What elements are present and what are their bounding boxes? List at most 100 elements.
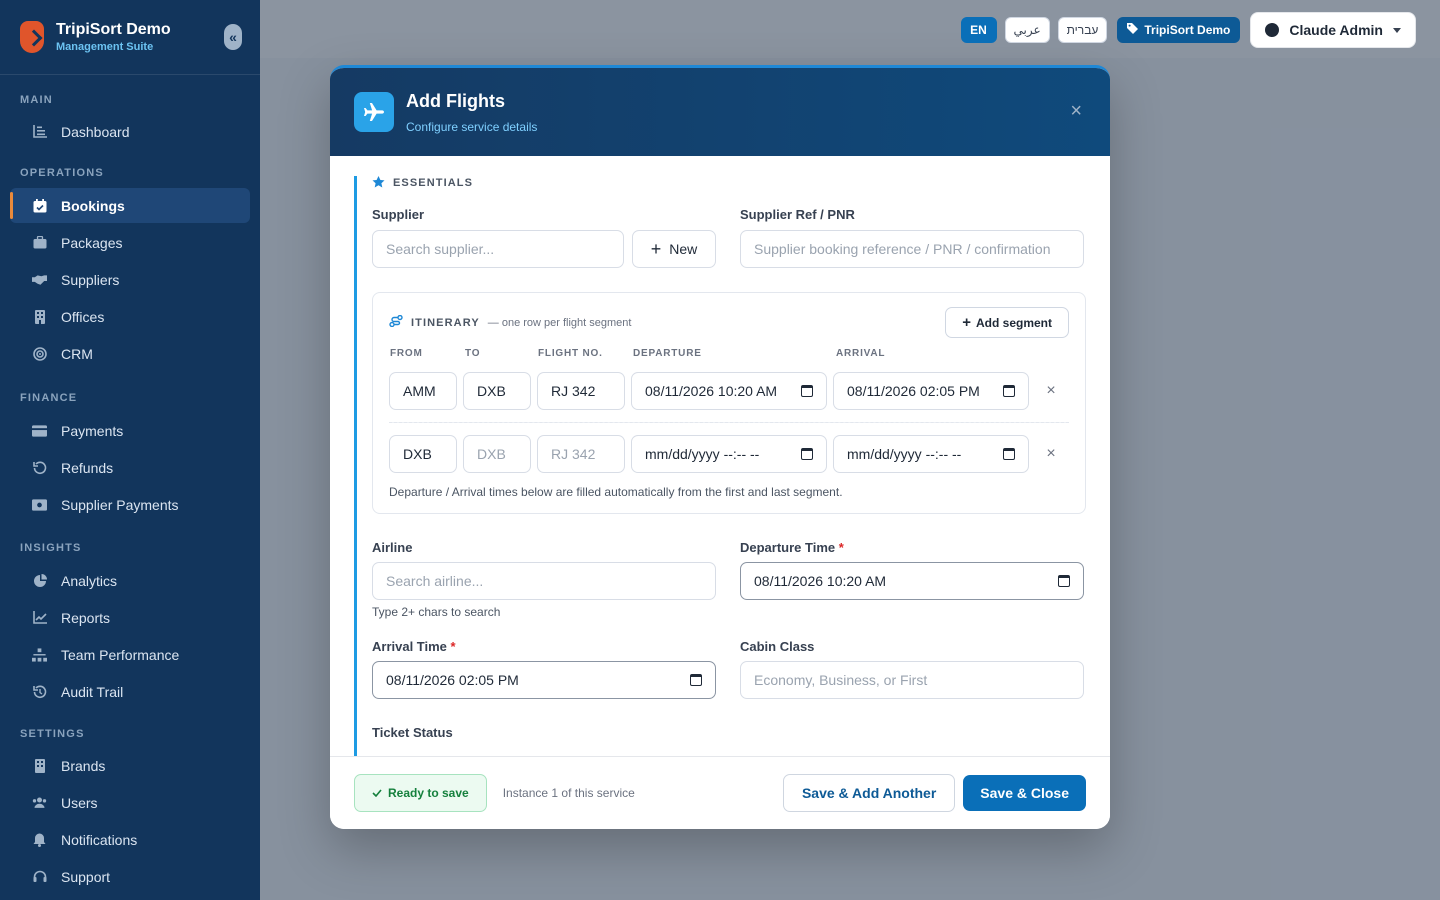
supplier-search-input[interactable]: Search supplier...: [372, 230, 624, 268]
pie-chart-icon: [32, 573, 47, 588]
segment-flight-input[interactable]: RJ 342: [537, 435, 625, 473]
segment-to-input[interactable]: DXB: [463, 435, 531, 473]
sidebar-item-analytics[interactable]: Analytics: [10, 563, 250, 598]
instance-text: Instance 1 of this service: [502, 786, 635, 800]
remove-segment-icon[interactable]: ×: [1035, 445, 1067, 463]
sidebar-item-label: CRM: [61, 345, 93, 362]
segment-to-input[interactable]: DXB: [463, 372, 531, 410]
new-supplier-button[interactable]: + New: [632, 230, 716, 268]
sidebar-item-support[interactable]: Support: [10, 859, 250, 894]
sidebar-item-label: Audit Trail: [61, 683, 124, 700]
sidebar-item-supplier-payments[interactable]: Supplier Payments: [10, 487, 250, 522]
modal-title: Add Flights: [406, 90, 505, 111]
calendar-icon[interactable]: [1003, 385, 1015, 397]
section-title-row: ESSENTIALS: [372, 175, 1086, 190]
lang-he-button[interactable]: עברית: [1057, 17, 1108, 43]
credit-card-icon: [32, 424, 47, 438]
sidebar-item-team-performance[interactable]: Team Performance: [10, 637, 250, 672]
calendar-icon[interactable]: [801, 448, 813, 460]
supplier-label: Supplier: [372, 207, 425, 222]
user-menu-button[interactable]: Claude Admin: [1250, 12, 1416, 48]
user-name: Claude Admin: [1289, 22, 1383, 38]
bell-icon: [32, 833, 47, 847]
plus-icon: +: [962, 314, 971, 331]
money-bill-icon: [32, 498, 47, 512]
sidebar-item-label: Offices: [61, 308, 105, 325]
departure-time-input[interactable]: 08/11/2026 10:20 AM: [740, 562, 1084, 600]
target-icon: [32, 346, 47, 361]
calendar-icon[interactable]: [690, 674, 702, 686]
save-add-another-button[interactable]: Save & Add Another: [782, 774, 956, 812]
departure-time-text: Departure Time: [740, 540, 836, 555]
sidebar-item-offices[interactable]: Offices: [10, 299, 250, 334]
route-icon: [389, 314, 403, 332]
calendar-icon[interactable]: [801, 385, 813, 397]
sidebar-item-dashboard[interactable]: Dashboard: [10, 114, 250, 149]
itinerary-note: — one row per flight segment: [487, 316, 632, 329]
itinerary-title: ITINERARY: [411, 316, 480, 329]
sidebar-item-suppliers[interactable]: Suppliers: [10, 262, 250, 297]
sidebar-item-bookings[interactable]: Bookings: [10, 188, 250, 223]
sidebar-item-brands[interactable]: Brands: [10, 748, 250, 783]
nav-section-main: MAIN: [20, 94, 53, 106]
nav-section-insights: INSIGHTS: [20, 542, 82, 554]
sidebar: TripiSort Demo Management Suite « MAIN D…: [0, 0, 260, 900]
brand-subtitle: Management Suite: [56, 41, 154, 53]
arrival-time-input[interactable]: 08/11/2026 02:05 PM: [372, 661, 716, 699]
sidebar-item-label: Dashboard: [61, 123, 130, 140]
brand-logo: [20, 21, 44, 53]
sidebar-item-users[interactable]: Users: [10, 785, 250, 820]
brand-name: TripiSort Demo: [56, 21, 171, 38]
arrival-value: mm/dd/yyyy --:-- --: [847, 446, 962, 462]
itinerary-panel: ITINERARY — one row per flight segment +…: [372, 292, 1086, 514]
segment-from-input[interactable]: AMM: [389, 372, 457, 410]
chevron-down-icon: [1393, 27, 1401, 33]
sidebar-item-notifications[interactable]: Notifications: [10, 822, 250, 857]
segment-arrival-input[interactable]: mm/dd/yyyy --:-- --: [833, 435, 1029, 473]
brand-switcher-button[interactable]: TripiSort Demo: [1117, 17, 1241, 43]
section-title: ESSENTIALS: [393, 177, 474, 189]
modal-footer: Ready to save Instance 1 of this service…: [330, 756, 1110, 829]
airline-search-input[interactable]: Search airline...: [372, 562, 716, 600]
cabin-class-input[interactable]: Economy, Business, or First: [740, 661, 1084, 699]
add-segment-button[interactable]: + Add segment: [945, 307, 1069, 338]
sidebar-item-label: Users: [61, 794, 98, 811]
ready-label: Ready to save: [388, 786, 469, 800]
segment-flight-input[interactable]: RJ 342: [537, 372, 625, 410]
segment-row: DXB DXB RJ 342 mm/dd/yyyy --:-- -- mm/dd…: [389, 435, 1069, 473]
required-mark: *: [450, 639, 456, 654]
sidebar-item-label: Refunds: [61, 459, 114, 476]
plane-icon: [354, 92, 394, 132]
sidebar-item-refunds[interactable]: Refunds: [10, 450, 250, 485]
ticket-status-label: Ticket Status: [372, 725, 453, 740]
remove-segment-icon[interactable]: ×: [1035, 382, 1067, 400]
sidebar-item-packages[interactable]: Packages: [10, 225, 250, 260]
sidebar-item-reports[interactable]: Reports: [10, 600, 250, 635]
sidebar-item-payments[interactable]: Payments: [10, 413, 250, 448]
undo-icon: [32, 461, 47, 475]
sidebar-item-label: Suppliers: [61, 271, 120, 288]
sidebar-item-label: Support: [61, 868, 111, 885]
segment-departure-input[interactable]: 08/11/2026 10:20 AM: [631, 372, 827, 410]
check-icon: [372, 786, 382, 800]
lang-en-button[interactable]: EN: [960, 17, 997, 43]
supplier-ref-input[interactable]: Supplier booking reference / PNR / confi…: [740, 230, 1084, 268]
calendar-icon[interactable]: [1058, 575, 1070, 587]
supplier-ref-label: Supplier Ref / PNR: [740, 207, 855, 222]
segment-departure-input[interactable]: mm/dd/yyyy --:-- --: [631, 435, 827, 473]
save-close-button[interactable]: Save & Close: [963, 775, 1086, 811]
sidebar-item-audit-trail[interactable]: Audit Trail: [10, 674, 250, 709]
modal-header: Add Flights Configure service details ×: [330, 68, 1110, 156]
lang-ar-button[interactable]: عربي: [1004, 17, 1050, 43]
segment-arrival-input[interactable]: 08/11/2026 02:05 PM: [833, 372, 1029, 410]
sitemap-icon: [32, 647, 47, 662]
essentials-section: ESSENTIALS Supplier Search supplier... +…: [354, 175, 1086, 756]
sidebar-item-label: Reports: [61, 609, 111, 626]
collapse-sidebar-icon[interactable]: «: [224, 24, 242, 50]
close-icon[interactable]: ×: [1070, 100, 1082, 123]
calendar-icon[interactable]: [1003, 448, 1015, 460]
arrival-value: 08/11/2026 02:05 PM: [847, 383, 980, 399]
itinerary-hint: Departure / Arrival times below are fill…: [389, 485, 843, 499]
sidebar-item-crm[interactable]: CRM: [10, 336, 250, 371]
segment-from-input[interactable]: DXB: [389, 435, 457, 473]
